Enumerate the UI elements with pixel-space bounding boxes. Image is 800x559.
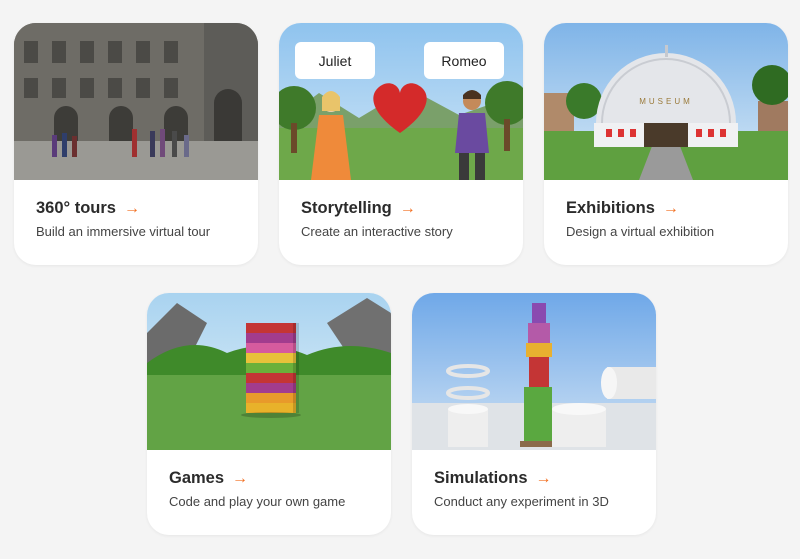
- thumbnail-360-tours: [14, 23, 258, 180]
- card-description: Create an interactive story: [301, 224, 453, 239]
- thumbnail-exhibitions: MUSEUM: [544, 23, 788, 180]
- card-title: Games →: [169, 469, 248, 488]
- museum-sign: MUSEUM: [639, 97, 693, 106]
- arrow-right-icon: →: [399, 199, 416, 217]
- card-title-text: Storytelling: [301, 199, 392, 217]
- thumbnail-games: [147, 293, 391, 450]
- thumbnail-storytelling: Juliet Romeo: [279, 23, 523, 180]
- card-title-text: Simulations: [434, 469, 528, 487]
- card-description: Conduct any experiment in 3D: [434, 494, 609, 509]
- card-description: Build an immersive virtual tour: [36, 224, 211, 239]
- arrow-right-icon: →: [232, 469, 249, 487]
- card-title-text: 360° tours: [36, 199, 116, 217]
- arrow-right-icon: →: [535, 469, 552, 487]
- arrow-right-icon: →: [123, 199, 140, 217]
- card-title: 360° tours →: [36, 199, 140, 218]
- card-title: Simulations →: [434, 469, 552, 488]
- thumbnail-simulations: [412, 293, 656, 450]
- card-exhibitions[interactable]: MUSEUM Exhibitions → Design a virtual ex…: [544, 23, 788, 265]
- card-title: Exhibitions →: [566, 199, 679, 218]
- card-storytelling[interactable]: Juliet Romeo Storytelling → Create an in…: [279, 23, 523, 265]
- card-title: Storytelling →: [301, 199, 416, 218]
- card-title-text: Exhibitions: [566, 199, 655, 217]
- card-title-text: Games: [169, 469, 225, 487]
- speech-bubble-romeo: Romeo: [424, 42, 504, 79]
- card-games[interactable]: Games → Code and play your own game: [147, 293, 391, 535]
- card-description: Design a virtual exhibition: [566, 224, 715, 239]
- card-simulations[interactable]: Simulations → Conduct any experiment in …: [412, 293, 656, 535]
- card-description: Code and play your own game: [169, 494, 346, 509]
- speech-bubble-juliet: Juliet: [295, 42, 375, 79]
- card-360-tours[interactable]: 360° tours → Build an immersive virtual …: [14, 23, 258, 265]
- arrow-right-icon: →: [662, 199, 679, 217]
